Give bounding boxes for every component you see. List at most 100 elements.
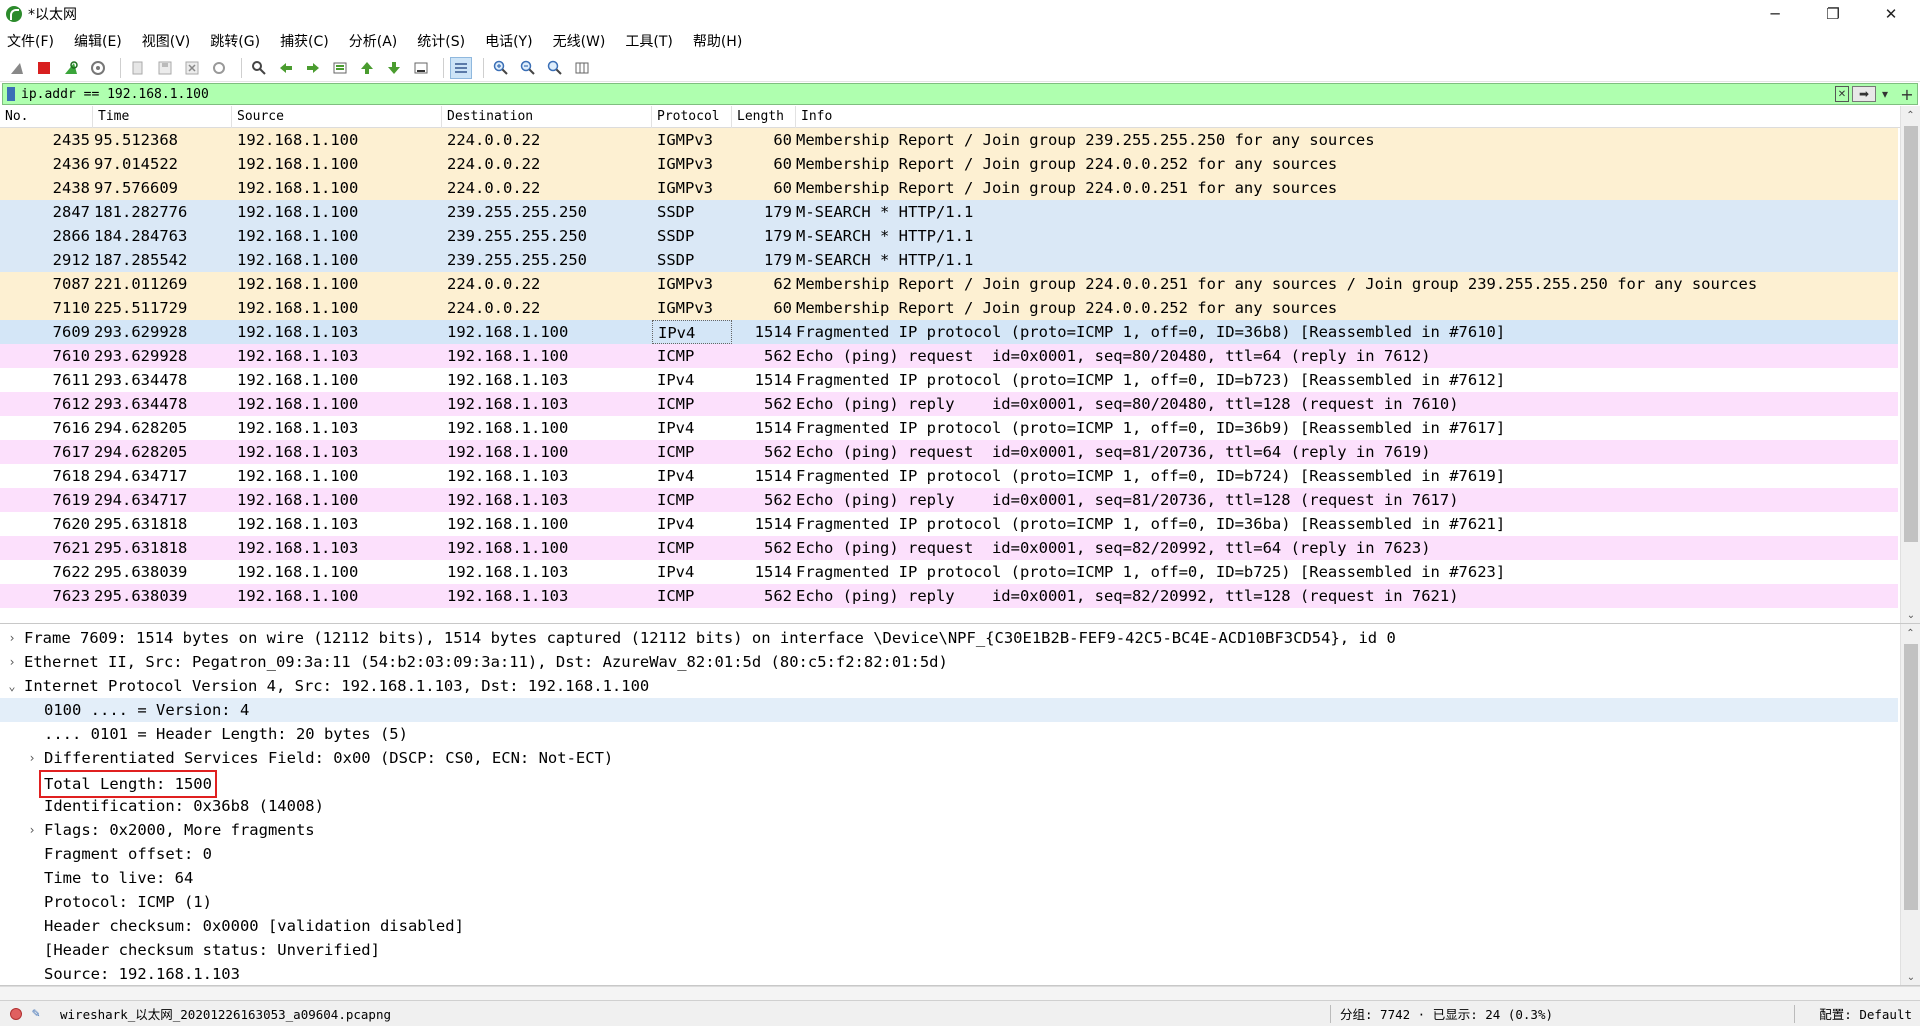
reload-icon[interactable] [208, 57, 230, 79]
column-header-length[interactable]: Length [732, 106, 796, 128]
details-scrollbar[interactable]: ⌃ ⌄ [1900, 624, 1920, 985]
first-packet-icon[interactable] [356, 57, 378, 79]
menu-analyze[interactable]: 分析(A) [346, 29, 401, 53]
detail-tree-item[interactable]: Source: 192.168.1.103 [0, 962, 1898, 985]
capture-comment-icon[interactable]: ✎ [32, 1006, 46, 1021]
go-back-icon[interactable] [275, 57, 297, 79]
collapsed-chevron-icon[interactable]: › [26, 746, 38, 770]
scroll-down-icon[interactable]: ⌄ [1901, 606, 1920, 623]
detail-tree-item[interactable]: [Header checksum status: Unverified] [0, 938, 1898, 962]
collapsed-chevron-icon[interactable]: › [6, 650, 18, 674]
packet-row[interactable]: 7620 295.631818 192.168.1.103 192.168.1.100… [0, 512, 1898, 536]
packet-row[interactable]: 2912 187.285542 192.168.1.100 239.255.255.2… [0, 248, 1898, 272]
menu-file[interactable]: 文件(F) [4, 29, 57, 53]
menu-view[interactable]: 视图(V) [139, 29, 194, 53]
resize-columns-icon[interactable] [571, 57, 593, 79]
stop-icon[interactable] [33, 57, 55, 79]
packet-row[interactable]: 7610 293.629928 192.168.1.103 192.168.1.100… [0, 344, 1898, 368]
detail-tree-item[interactable]: Identification: 0x36b8 (14008) [0, 794, 1898, 818]
shark-fin-icon[interactable] [6, 57, 28, 79]
column-header-protocol[interactable]: Protocol [652, 106, 732, 128]
packet-list-scrollbar[interactable]: ⌃ ⌄ [1900, 106, 1920, 623]
detail-tree-item[interactable]: Fragment offset: 0 [0, 842, 1898, 866]
scroll-up-icon[interactable]: ⌃ [1901, 624, 1920, 642]
apply-filter-icon[interactable]: ➡ [1852, 86, 1876, 102]
clear-filter-icon[interactable]: ✕ [1835, 86, 1849, 102]
last-packet-icon[interactable] [383, 57, 405, 79]
packet-row[interactable]: 2866 184.284763 192.168.1.100 239.255.255.2… [0, 224, 1898, 248]
minimize-button[interactable]: ─ [1746, 0, 1804, 28]
zoom-normal-icon[interactable] [544, 57, 566, 79]
restore-button[interactable]: ❐ [1804, 0, 1862, 28]
packet-list-scroll-thumb[interactable] [1904, 126, 1918, 542]
zoom-in-icon[interactable] [490, 57, 512, 79]
packet-row[interactable]: 2438 97.576609 192.168.1.100 224.0.0.22 IGMP… [0, 176, 1898, 200]
menu-telephony[interactable]: 电话(Y) [482, 29, 535, 53]
packet-protocol: IPv4 [657, 563, 695, 581]
packet-row[interactable]: 7621 295.631818 192.168.1.103 192.168.1.100… [0, 536, 1898, 560]
menu-statistics[interactable]: 统计(S) [414, 29, 468, 53]
expert-info-icon[interactable] [10, 1007, 22, 1020]
display-filter-input[interactable] [21, 84, 1832, 104]
packet-row[interactable]: 7622 295.638039 192.168.1.100 192.168.1.103… [0, 560, 1898, 584]
packet-row[interactable]: 7617 294.628205 192.168.1.103 192.168.1.100… [0, 440, 1898, 464]
details-scroll-thumb[interactable] [1904, 644, 1918, 910]
packet-row[interactable]: 2435 95.512368 192.168.1.100 224.0.0.22 IGMP… [0, 128, 1898, 152]
packet-row[interactable]: 2847 181.282776 192.168.1.100 239.255.255.2… [0, 200, 1898, 224]
detail-tree-item[interactable]: Protocol: ICMP (1) [0, 890, 1898, 914]
go-to-packet-icon[interactable] [329, 57, 351, 79]
filter-history-chevron-icon[interactable]: ▾ [1879, 86, 1891, 102]
detail-tree-item[interactable]: ⌄ Internet Protocol Version 4, Src: 192.1… [0, 674, 1898, 698]
go-forward-icon[interactable] [302, 57, 324, 79]
packet-row[interactable]: 7110 225.511729 192.168.1.100 224.0.0.22 IGM… [0, 296, 1898, 320]
add-filter-button-icon[interactable]: + [1899, 85, 1915, 104]
detail-tree-item[interactable]: Time to live: 64 [0, 866, 1898, 890]
packet-row[interactable]: 7616 294.628205 192.168.1.103 192.168.1.100… [0, 416, 1898, 440]
profile-indicator[interactable]: 配置: Default [1819, 1004, 1912, 1023]
open-file-icon[interactable] [127, 57, 149, 79]
packet-row[interactable]: 7087 221.011269 192.168.1.100 224.0.0.22 IGM… [0, 272, 1898, 296]
scroll-up-icon[interactable]: ⌃ [1901, 106, 1920, 124]
detail-tree-item[interactable]: › Flags: 0x2000, More fragments [0, 818, 1898, 842]
detail-tree-item[interactable]: 0100 .... = Version: 4 [0, 698, 1898, 722]
detail-tree-item[interactable]: .... 0101 = Header Length: 20 bytes (5) [0, 722, 1898, 746]
packet-row[interactable]: 2436 97.014522 192.168.1.100 224.0.0.22 IGMP… [0, 152, 1898, 176]
detail-tree-item[interactable]: Total Length: 1500 [0, 770, 1898, 798]
close-button[interactable]: ✕ [1862, 0, 1920, 28]
collapsed-chevron-icon[interactable]: › [26, 818, 38, 842]
autoscroll-icon[interactable] [410, 57, 432, 79]
menu-help[interactable]: 帮助(H) [690, 29, 745, 53]
column-header-info[interactable]: Info [796, 106, 1920, 128]
collapsed-chevron-icon[interactable]: › [6, 626, 18, 650]
close-file-icon[interactable] [181, 57, 203, 79]
detail-tree-item[interactable]: › Frame 7609: 1514 bytes on wire (12112 b… [0, 626, 1898, 650]
restart-icon[interactable] [60, 57, 82, 79]
column-header-destination[interactable]: Destination [442, 106, 652, 128]
expanded-chevron-icon[interactable]: ⌄ [6, 674, 18, 698]
column-header-time[interactable]: Time [93, 106, 232, 128]
detail-tree-item[interactable]: › Ethernet II, Src: Pegatron_09:3a:11 (54… [0, 650, 1898, 674]
colorize-icon[interactable] [450, 56, 472, 79]
detail-tree-item[interactable]: Header checksum: 0x0000 [validation disa… [0, 914, 1898, 938]
options-icon[interactable] [87, 57, 109, 79]
horizontal-scrollbar[interactable] [0, 986, 1920, 1000]
find-icon[interactable] [248, 57, 270, 79]
menu-go[interactable]: 跳转(G) [207, 29, 263, 53]
bookmark-icon[interactable] [7, 87, 15, 101]
column-header-no[interactable]: No. [0, 106, 93, 128]
scroll-down-icon[interactable]: ⌄ [1901, 968, 1920, 985]
menu-tools[interactable]: 工具(T) [622, 29, 675, 53]
packet-row[interactable]: 7612 293.634478 192.168.1.100 192.168.1.103… [0, 392, 1898, 416]
menu-capture[interactable]: 捕获(C) [277, 29, 332, 53]
packet-row[interactable]: 7618 294.634717 192.168.1.100 192.168.1.103… [0, 464, 1898, 488]
packet-row[interactable]: 7619 294.634717 192.168.1.100 192.168.1.103… [0, 488, 1898, 512]
save-icon[interactable] [154, 57, 176, 79]
packet-row[interactable]: 7623 295.638039 192.168.1.100 192.168.1.103… [0, 584, 1898, 608]
detail-tree-item[interactable]: › Differentiated Services Field: 0x00 (DS… [0, 746, 1898, 770]
menu-wireless[interactable]: 无线(W) [550, 29, 609, 53]
column-header-source[interactable]: Source [232, 106, 442, 128]
menu-edit[interactable]: 编辑(E) [71, 29, 125, 53]
packet-row[interactable]: 7609 293.629928 192.168.1.103 192.168.1.100… [0, 320, 1898, 344]
zoom-out-icon[interactable] [517, 57, 539, 79]
packet-row[interactable]: 7611 293.634478 192.168.1.100 192.168.1.103… [0, 368, 1898, 392]
